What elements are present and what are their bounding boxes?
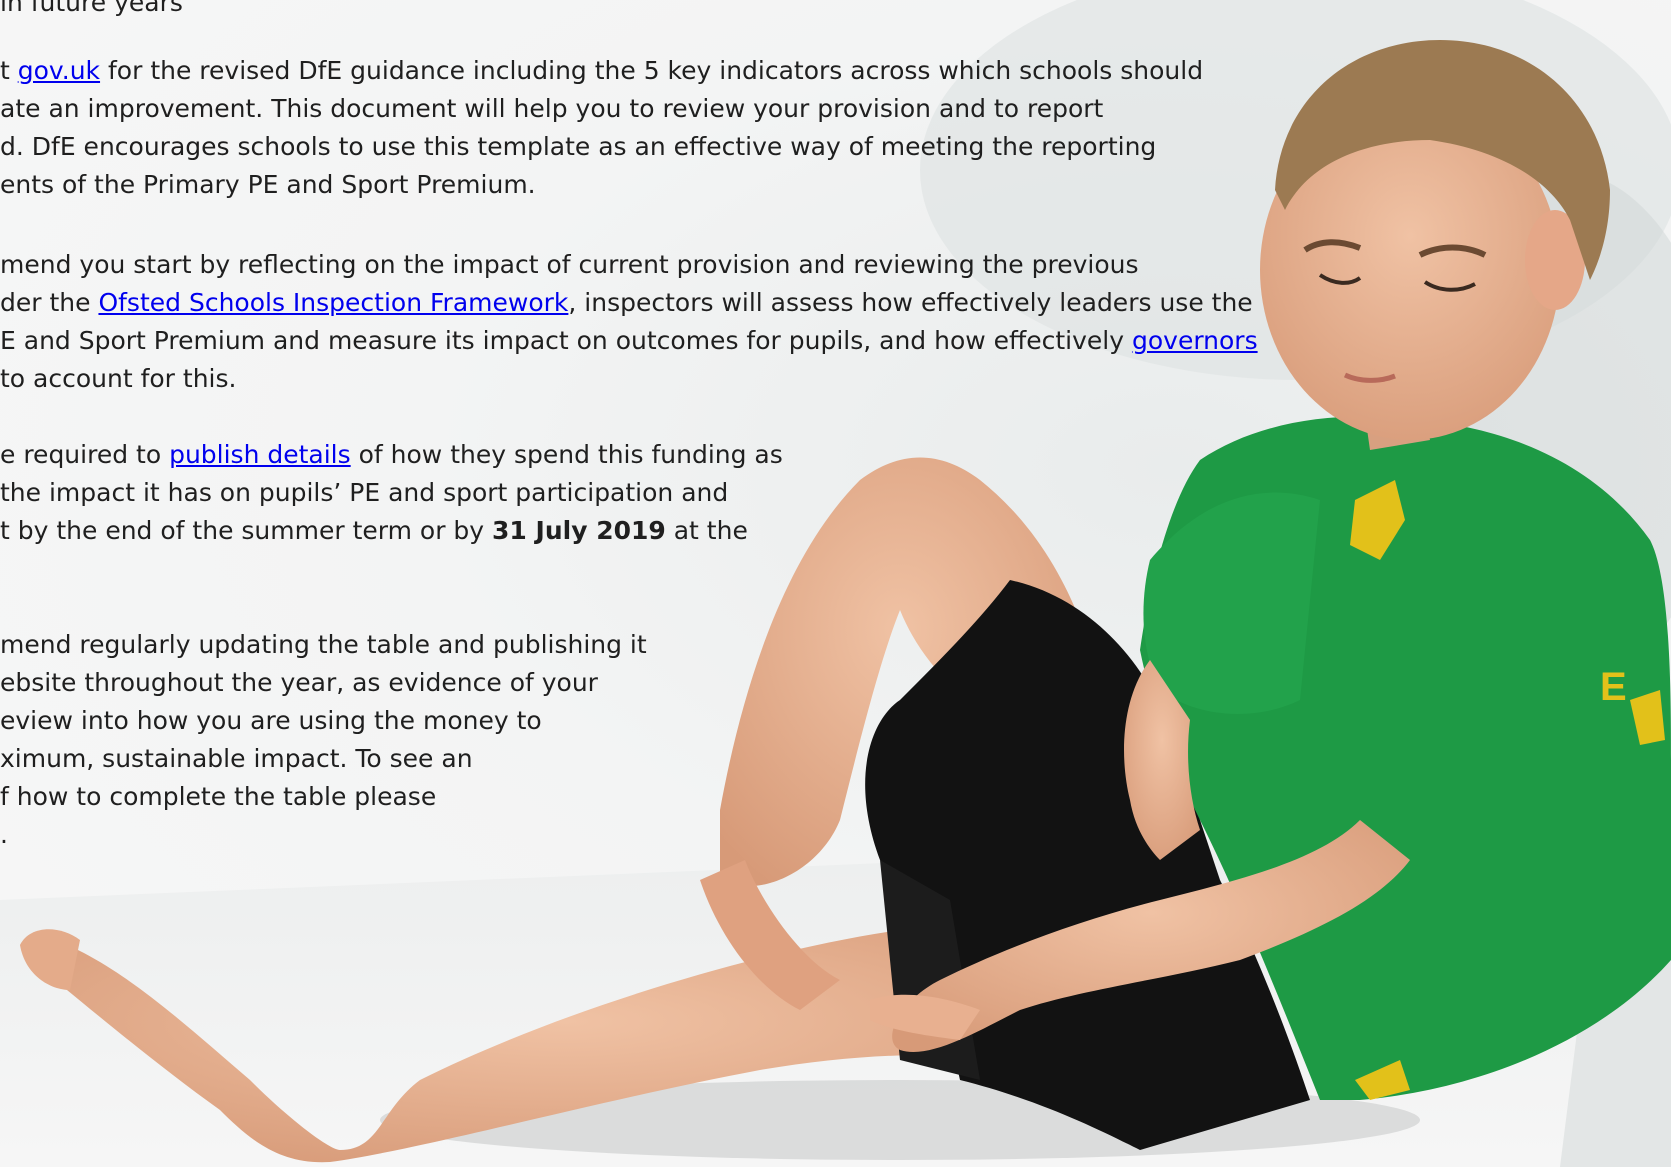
text-line: eview into how you are using the money t…	[0, 706, 542, 736]
line-text: mend you start by reflecting on the impa…	[0, 250, 1139, 279]
text-line: d. DfE encourages schools to use this te…	[0, 132, 1156, 162]
line-text: t by the end of the summer term or by	[0, 516, 493, 545]
text-line: ents of the Primary PE and Sport Premium…	[0, 170, 536, 200]
line-text: f how to complete the table please	[0, 782, 437, 811]
shirt-letter: E	[1600, 665, 1627, 709]
text-line: .	[0, 820, 8, 850]
text-line: to account for this.	[0, 364, 236, 394]
line-text: E and Sport Premium and measure its impa…	[0, 326, 1132, 355]
inline-link[interactable]: gov.uk	[18, 56, 100, 85]
line-text: eview into how you are using the money t…	[0, 706, 542, 735]
text-line: ebsite throughout the year, as evidence …	[0, 668, 598, 698]
text-line: der the Ofsted Schools Inspection Framew…	[0, 288, 1253, 318]
text-line: in future years	[0, 0, 183, 18]
line-text: ximum, sustainable impact. To see an	[0, 744, 473, 773]
text-line: t gov.uk for the revised DfE guidance in…	[0, 56, 1203, 86]
bold-date: 31 July 2019	[492, 516, 666, 545]
line-text: t	[0, 56, 18, 85]
line-text: , inspectors will assess how effectively…	[568, 288, 1253, 317]
line-text: at the	[665, 516, 748, 545]
document-page: E in future years t gov.uk for the revise…	[0, 0, 1671, 1167]
text-line: f how to complete the table please	[0, 782, 436, 812]
text-line: E and Sport Premium and measure its impa…	[0, 326, 1258, 356]
line-text: for the revised DfE guidance including t…	[100, 56, 1204, 85]
line-text: in future years	[0, 0, 183, 17]
line-text: ents of the Primary PE and Sport Premium…	[0, 170, 536, 199]
line-text: to account for this.	[0, 364, 237, 393]
inline-link[interactable]: Ofsted Schools Inspection Framework	[98, 288, 568, 317]
line-text: ebsite throughout the year, as evidence …	[0, 668, 598, 697]
text-line: ximum, sustainable impact. To see an	[0, 744, 473, 774]
text-line: mend you start by reflecting on the impa…	[0, 250, 1139, 280]
line-text: .	[0, 820, 8, 849]
line-text: ate an improvement. This document will h…	[0, 94, 1104, 123]
text-line: mend regularly updating the table and pu…	[0, 630, 647, 660]
inline-link[interactable]: governors	[1132, 326, 1258, 355]
line-text: mend regularly updating the table and pu…	[0, 630, 647, 659]
line-text: the impact it has on pupils’ PE and spor…	[0, 478, 729, 507]
text-line: t by the end of the summer term or by 31…	[0, 516, 748, 546]
text-line: e required to publish details of how the…	[0, 440, 783, 470]
line-text: e required to	[0, 440, 170, 469]
line-text: der the	[0, 288, 99, 317]
text-line: the impact it has on pupils’ PE and spor…	[0, 478, 728, 508]
inline-link[interactable]: publish details	[169, 440, 351, 469]
line-text: of how they spend this funding as	[350, 440, 783, 469]
line-text: d. DfE encourages schools to use this te…	[0, 132, 1157, 161]
text-line: ate an improvement. This document will h…	[0, 94, 1103, 124]
